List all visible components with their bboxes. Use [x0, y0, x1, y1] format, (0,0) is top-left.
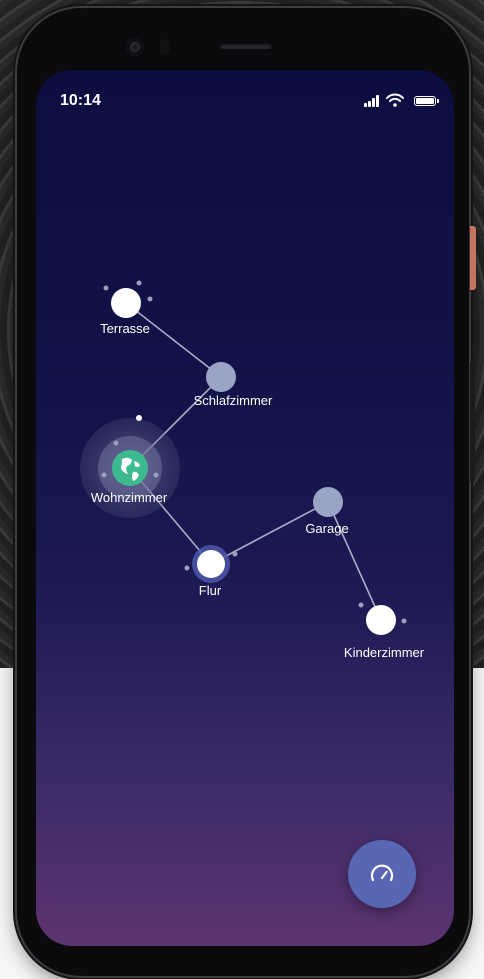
node-flur[interactable]: Flur — [184, 545, 238, 598]
link-garage-kinderzimmer — [327, 501, 382, 621]
node-label-schlafzimmer: Schlafzimmer — [194, 393, 273, 408]
earpiece-speaker — [220, 43, 272, 49]
node-label-kinderzimmer: Kinderzimmer — [344, 645, 425, 660]
network-map: Terrasse Schlafzimmer Wohnzimmer Flur Ga… — [80, 280, 425, 661]
node-label-flur: Flur — [199, 583, 222, 598]
node-wohnzimmer[interactable]: Wohnzimmer — [80, 415, 180, 518]
app-screen: 10:14 Terrasse Schlafzimmer Wohnzimmer F… — [36, 70, 454, 946]
volume-button — [470, 362, 475, 482]
node-schlafzimmer[interactable]: Schlafzimmer — [194, 362, 273, 408]
power-button — [470, 226, 476, 290]
node-garage[interactable]: Garage — [305, 487, 349, 536]
node-kinderzimmer[interactable]: Kinderzimmer — [344, 602, 425, 661]
node-label-wohnzimmer: Wohnzimmer — [91, 490, 168, 505]
proximity-sensor — [160, 39, 170, 55]
speedometer-icon — [370, 864, 394, 882]
link-terrasse-schlafzimmer — [125, 302, 222, 378]
speed-test-button[interactable] — [348, 840, 416, 908]
node-label-terrasse: Terrasse — [100, 321, 150, 336]
front-camera — [126, 38, 144, 56]
node-terrasse[interactable]: Terrasse — [100, 280, 153, 337]
node-label-garage: Garage — [305, 521, 348, 536]
